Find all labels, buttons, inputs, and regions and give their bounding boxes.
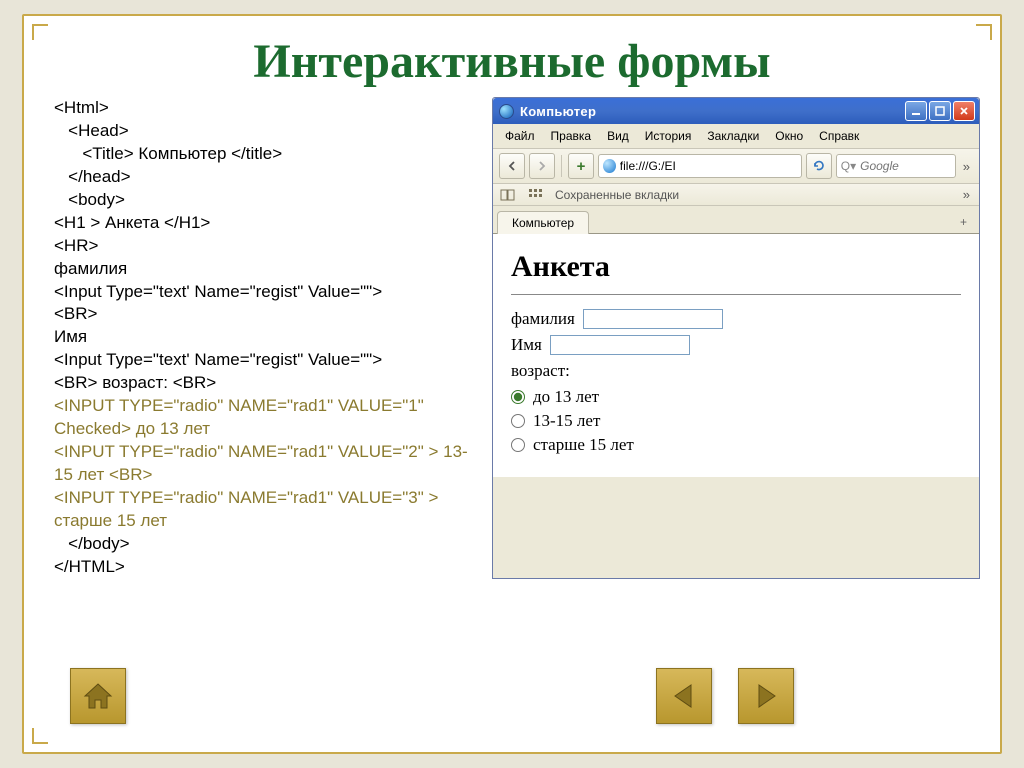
page-hr <box>511 294 961 295</box>
window-title: Компьютер <box>520 104 905 119</box>
code-listing: <Html> <Head> <Title> Компьютер </title>… <box>54 97 480 579</box>
age-radio-2-label: 13-15 лет <box>533 411 600 431</box>
name-input[interactable] <box>550 335 690 355</box>
page-heading: Анкета <box>511 250 961 284</box>
code-bottom: </body> </HTML> <box>54 534 130 576</box>
bookmarks-bar: Сохраненные вкладки » <box>493 184 979 206</box>
menu-history[interactable]: История <box>637 126 700 146</box>
globe-icon <box>603 159 616 173</box>
grid-icon[interactable] <box>527 188 545 202</box>
prev-icon <box>669 681 699 711</box>
toolbar-overflow[interactable]: » <box>960 159 973 174</box>
surname-label: фамилия <box>511 309 575 329</box>
age-radio-1[interactable] <box>511 390 525 404</box>
forward-icon <box>537 161 547 171</box>
surname-input[interactable] <box>583 309 723 329</box>
menu-file[interactable]: Файл <box>497 126 543 146</box>
reload-button[interactable] <box>806 153 832 179</box>
age-radio-1-label: до 13 лет <box>533 387 599 407</box>
home-icon <box>81 679 115 713</box>
slide-title: Интерактивные формы <box>24 16 1000 89</box>
app-icon <box>499 104 514 119</box>
maximize-button[interactable] <box>929 101 951 121</box>
close-icon <box>959 106 969 116</box>
age-radio-2[interactable] <box>511 414 525 428</box>
minimize-icon <box>911 106 921 116</box>
reload-icon <box>813 160 825 172</box>
bookmarks-label[interactable]: Сохраненные вкладки <box>555 188 679 202</box>
search-box[interactable]: Q▾ <box>836 154 956 178</box>
new-tab-plus[interactable]: + <box>952 211 975 233</box>
plus-icon: + <box>577 158 586 175</box>
toolbar: + Q▾ » <box>493 149 979 184</box>
forward-button[interactable] <box>529 153 555 179</box>
address-bar[interactable] <box>598 154 802 178</box>
age-radio-3-label: старше 15 лет <box>533 435 634 455</box>
back-icon <box>507 161 517 171</box>
bookmarks-overflow[interactable]: » <box>960 187 973 202</box>
next-button[interactable] <box>738 668 794 724</box>
age-label: возраст: <box>511 361 570 381</box>
name-label: Имя <box>511 335 542 355</box>
home-button[interactable] <box>70 668 126 724</box>
age-radio-3[interactable] <box>511 438 525 452</box>
prev-button[interactable] <box>656 668 712 724</box>
menubar: Файл Правка Вид История Закладки Окно Сп… <box>493 124 979 149</box>
address-input[interactable] <box>620 159 797 173</box>
back-button[interactable] <box>499 153 525 179</box>
book-icon[interactable] <box>499 188 517 202</box>
code-top: <Html> <Head> <Title> Компьютер </title>… <box>54 98 382 392</box>
next-icon <box>751 681 781 711</box>
code-radio-block: <INPUT TYPE="radio" NAME="rad1" VALUE="1… <box>54 396 468 530</box>
menu-window[interactable]: Окно <box>767 126 811 146</box>
tab-active[interactable]: Компьютер <box>497 211 589 234</box>
menu-edit[interactable]: Правка <box>543 126 600 146</box>
window-titlebar: Компьютер <box>493 98 979 124</box>
close-button[interactable] <box>953 101 975 121</box>
maximize-icon <box>935 106 945 116</box>
search-icon: Q▾ <box>841 159 856 173</box>
page-content: Анкета фамилия Имя возраст: <box>493 234 979 477</box>
minimize-button[interactable] <box>905 101 927 121</box>
browser-window: Компьютер Файл П <box>492 97 980 579</box>
menu-view[interactable]: Вид <box>599 126 637 146</box>
menu-help[interactable]: Справк <box>811 126 867 146</box>
menu-bookmarks[interactable]: Закладки <box>699 126 767 146</box>
tabbar: Компьютер + <box>493 206 979 234</box>
newtab-button[interactable]: + <box>568 153 594 179</box>
search-input[interactable] <box>860 159 951 173</box>
